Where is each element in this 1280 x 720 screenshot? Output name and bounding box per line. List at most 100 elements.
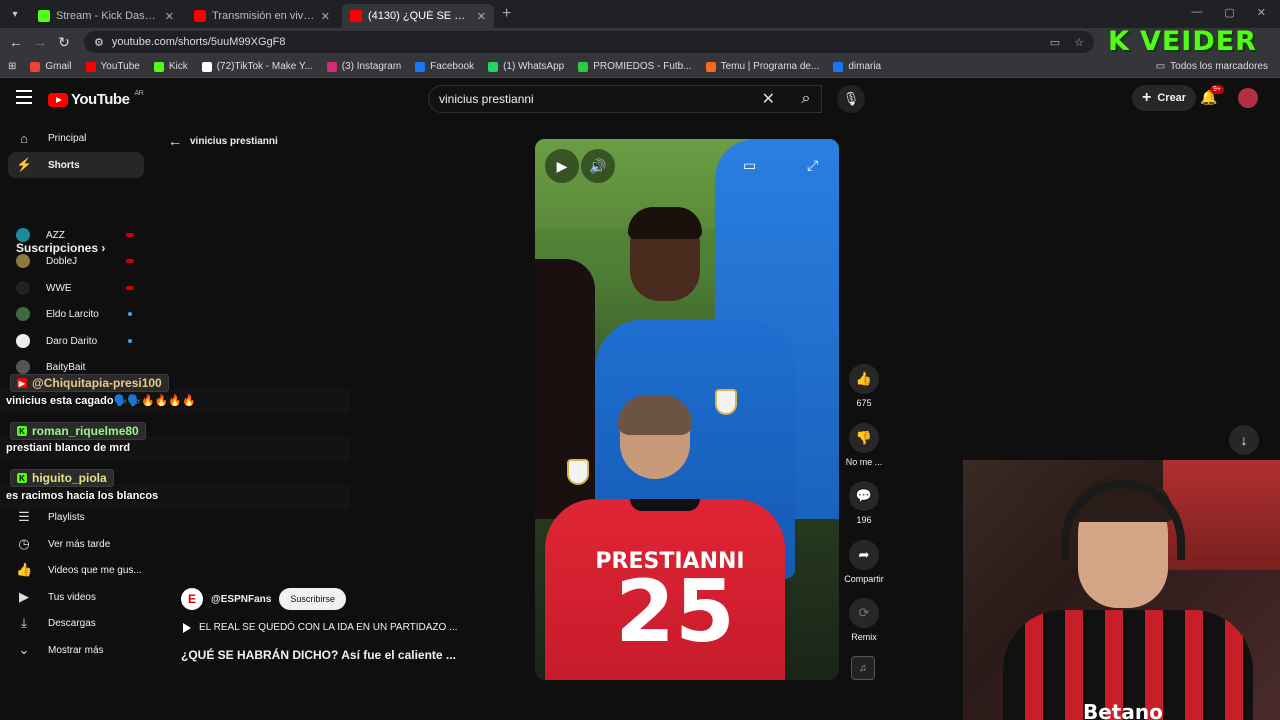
sidebar-item-label: Videos que me gus...: [48, 564, 142, 576]
video-title[interactable]: ¿QUÉ SE HABRÁN DICHO? Así fue el calient…: [181, 648, 456, 662]
minimize-icon[interactable]: —: [1191, 6, 1202, 19]
bookmark-label: Facebook: [430, 61, 475, 72]
sidebar-item-your-videos[interactable]: ▶ Tus videos: [8, 584, 144, 610]
microphone-icon[interactable]: 🎙: [837, 85, 865, 113]
tab-youtube-short[interactable]: (4130) ¿QUÉ SE HABRÁN DI ✕: [342, 4, 494, 28]
sidebar-item-downloads[interactable]: ⤓ Descargas: [8, 610, 144, 636]
close-window-icon[interactable]: ✕: [1257, 6, 1266, 19]
maximize-icon[interactable]: ▢: [1224, 6, 1234, 19]
tab-youtube-live[interactable]: Transmisión en vivo - YouTube ✕: [186, 4, 338, 28]
tab-kick-dashboard[interactable]: Stream - Kick Dashboard ✕: [30, 4, 182, 28]
create-button[interactable]: + Crear: [1132, 85, 1197, 111]
channel-avatar: [16, 254, 30, 268]
search-icon[interactable]: ⌕: [790, 85, 822, 113]
sidebar-item-principal[interactable]: ⌂ Principal: [8, 125, 144, 151]
bookmark-instagram[interactable]: (3) Instagram: [326, 61, 401, 72]
bookmark-promiedos[interactable]: PROMIEDOS - Futb...: [578, 61, 692, 72]
bookmark-label: Kick: [168, 61, 188, 72]
channel-avatar: [16, 334, 30, 348]
logo-text: YouTube: [71, 91, 130, 108]
bookmark-facebook[interactable]: Facebook: [415, 61, 474, 72]
clear-search-icon[interactable]: ✕: [762, 89, 775, 109]
captions-icon[interactable]: ▭: [743, 157, 756, 174]
sidebar-item-liked[interactable]: 👍 Videos que me gus...: [8, 557, 144, 583]
all-bookmarks[interactable]: ▭ Todos los marcadores: [1156, 61, 1268, 72]
comment-count: 196: [856, 515, 872, 525]
kick-logo-icon: K: [1108, 25, 1130, 57]
kick-icon: K: [17, 473, 27, 483]
whatsapp-icon: [488, 61, 499, 72]
folder-icon: ▭: [1155, 61, 1166, 72]
masthead: YouTube AR vinicius prestianni ✕ ⌕ 🎙 + C…: [0, 79, 1280, 119]
search-input[interactable]: vinicius prestianni ✕: [428, 85, 822, 113]
bookmark-dimaria[interactable]: dimaria: [833, 61, 881, 72]
remix-button[interactable]: ⟳ Remix: [842, 598, 886, 642]
menu-icon[interactable]: [16, 90, 32, 108]
tab-title: Stream - Kick Dashboard: [56, 10, 159, 22]
volume-icon[interactable]: 🔊: [581, 149, 615, 183]
sidebar-item-channel[interactable]: WWE: [8, 275, 144, 301]
comments-button[interactable]: 💬 196: [842, 481, 886, 525]
sidebar-item-shorts[interactable]: ⚡ Shorts: [8, 152, 144, 178]
like-button[interactable]: 👍 675: [842, 364, 886, 408]
youtube-logo[interactable]: YouTube AR: [48, 90, 144, 108]
play-icon: [183, 622, 191, 633]
bookmark-gmail[interactable]: Gmail: [30, 61, 72, 72]
close-tab-icon[interactable]: ✕: [321, 10, 330, 23]
bookmark-whatsapp[interactable]: (1) WhatsApp: [488, 61, 564, 72]
avatar[interactable]: [1238, 88, 1258, 108]
bookmark-tiktok[interactable]: (72)TikTok - Make Y...: [201, 61, 313, 72]
subscribe-button[interactable]: Suscribirse: [279, 588, 346, 610]
live-indicator-icon: [126, 233, 134, 237]
bookmark-temu[interactable]: Temu | Programa de...: [705, 61, 820, 72]
site-info-icon[interactable]: ⚙: [94, 36, 104, 49]
channel-avatar[interactable]: E: [181, 588, 203, 610]
sidebar-item-channel[interactable]: Daro Darito: [8, 328, 144, 354]
back-to-search[interactable]: ← vinicius prestianni: [168, 133, 278, 149]
arrow-down-icon[interactable]: ↓: [1229, 425, 1259, 455]
share-button[interactable]: ➦ Compartir: [842, 540, 886, 584]
bookmark-label: Gmail: [45, 61, 72, 72]
bookmark-star-icon[interactable]: ☆: [1074, 36, 1084, 49]
bookmark-label: PROMIEDOS - Futb...: [593, 61, 692, 72]
forward-icon[interactable]: →: [28, 34, 52, 50]
tab-search-icon[interactable]: ▾: [4, 3, 26, 25]
url-text: youtube.com/shorts/5uuM99XGgF8: [111, 36, 286, 48]
chat-username: K roman_riquelme80: [10, 422, 146, 440]
streamer-webcam: Betano: [963, 460, 1280, 720]
cast-icon[interactable]: ▭: [1050, 36, 1060, 49]
sidebar-item-watch-later[interactable]: ◷ Ver más tarde: [8, 531, 144, 557]
bookmark-youtube[interactable]: YouTube: [85, 61, 140, 72]
browser-tab-bar: ▾ Stream - Kick Dashboard ✕ Transmisión …: [0, 0, 1280, 28]
audio-track-icon[interactable]: ♫: [851, 656, 875, 680]
channel-name[interactable]: @ESPNFans: [211, 594, 271, 605]
fullscreen-icon[interactable]: ⤢: [807, 157, 818, 174]
sidebar-item-label: Eldo Larcito: [46, 308, 99, 320]
back-icon[interactable]: ←: [4, 34, 28, 50]
bookmark-kick[interactable]: Kick: [153, 61, 188, 72]
sidebar-item-show-more[interactable]: ⌄ Mostrar más: [8, 637, 144, 663]
play-icon[interactable]: ▶: [545, 149, 579, 183]
sidebar-item-label: DobleJ: [46, 255, 78, 267]
apps-icon[interactable]: ⊞: [8, 61, 16, 72]
window-controls: — ▢ ✕: [1191, 6, 1266, 19]
sidebar-item-channel[interactable]: DobleJ: [8, 248, 144, 274]
shorts-video-player[interactable]: PRESTIANNI 25 ▶ 🔊 ▭ ⤢: [535, 139, 839, 680]
sidebar-item-label: Playlists: [48, 511, 85, 523]
new-tab-icon[interactable]: +: [502, 5, 511, 23]
notifications-icon[interactable]: 🔔 9+: [1200, 85, 1224, 106]
close-tab-icon[interactable]: ✕: [477, 10, 486, 23]
sidebar-item-channel[interactable]: AZZ: [8, 222, 144, 248]
jersey-collar: [630, 499, 700, 511]
close-tab-icon[interactable]: ✕: [165, 10, 174, 23]
sidebar: ⌂ Principal ⚡ Shorts Suscripciones › AZZ D…: [0, 119, 155, 719]
sidebar-item-channel[interactable]: Eldo Larcito: [8, 301, 144, 327]
remix-icon: ⟳: [849, 598, 879, 628]
kick-favicon-icon: [38, 10, 50, 22]
reload-icon[interactable]: ↻: [52, 34, 76, 51]
bookmark-label: Temu | Programa de...: [720, 61, 820, 72]
address-bar[interactable]: ⚙ youtube.com/shorts/5uuM99XGgF8 ▭ ☆: [84, 31, 1094, 53]
dislike-button[interactable]: 👎 No me ...: [842, 423, 886, 467]
jersey-number: 25: [615, 562, 735, 662]
playlist-link[interactable]: EL REAL SE QUEDÓ CON LA IDA EN UN PARTID…: [183, 622, 457, 633]
